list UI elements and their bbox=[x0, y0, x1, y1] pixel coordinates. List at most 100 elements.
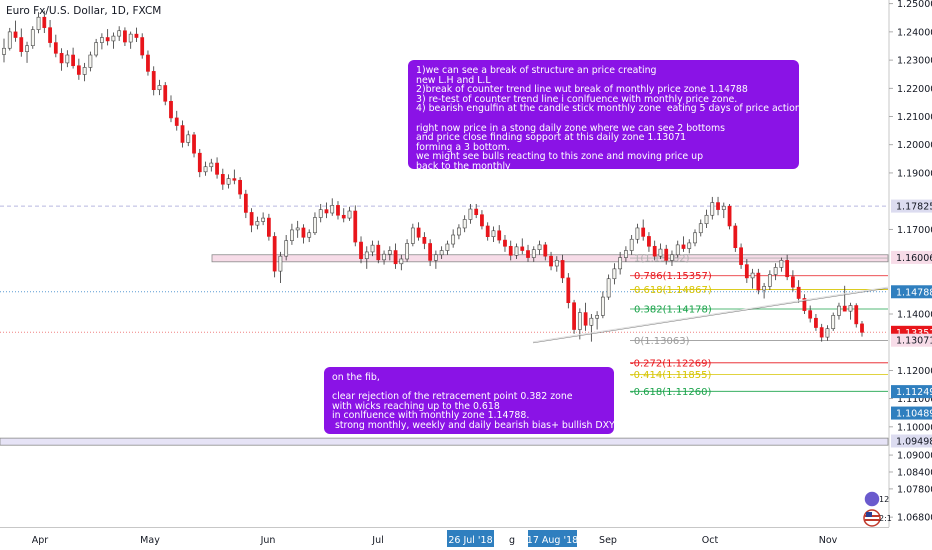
candle-body bbox=[180, 125, 185, 143]
candle-body bbox=[7, 31, 12, 49]
candle-body bbox=[76, 65, 81, 75]
candle-body bbox=[739, 247, 743, 265]
candle-body bbox=[295, 227, 300, 231]
candle-body bbox=[635, 227, 640, 240]
candle-body bbox=[255, 221, 260, 226]
price-tick-label: 1.12000 bbox=[897, 366, 932, 377]
candle-body bbox=[675, 244, 680, 256]
price-badge-label: 1.17825 bbox=[896, 202, 932, 213]
candle-body bbox=[698, 223, 703, 234]
fib-level-label: 0.786(1.15357) bbox=[634, 271, 712, 282]
candle-body bbox=[169, 100, 173, 119]
price-tick-label: 1.19000 bbox=[897, 168, 932, 179]
candle-body bbox=[192, 134, 196, 154]
price-badge-label: 1.13071 bbox=[896, 336, 932, 347]
candle-body bbox=[100, 37, 104, 43]
candle-body bbox=[445, 243, 450, 251]
candle-body bbox=[226, 178, 231, 185]
candle-body bbox=[860, 323, 864, 333]
candle-body bbox=[831, 315, 836, 329]
candle-body bbox=[848, 305, 853, 312]
price-badge-label: 1.14788 bbox=[896, 287, 932, 298]
candle-body bbox=[405, 243, 409, 260]
candle-body bbox=[474, 208, 479, 215]
candle-body bbox=[595, 315, 599, 319]
price-tick-label: 1.07800 bbox=[897, 484, 932, 495]
candle-body bbox=[583, 312, 588, 326]
candle-body bbox=[520, 246, 525, 251]
candle-body bbox=[485, 225, 490, 237]
candle-body bbox=[589, 317, 594, 326]
candle-body bbox=[82, 67, 87, 75]
candle-body bbox=[572, 302, 576, 330]
time-highlight-label: 26 Jul '18 bbox=[448, 535, 492, 546]
chart-stage: 1(1.15982) 0.786(1.15357) 0.618(1.14867) 0.… bbox=[0, 0, 932, 550]
candle-body bbox=[503, 239, 507, 247]
candle-body bbox=[733, 225, 738, 249]
price-tick-label: 1.21000 bbox=[897, 112, 932, 123]
price-badge-label: 1.09498 bbox=[896, 437, 932, 448]
candle-body bbox=[36, 16, 41, 30]
candle-body bbox=[543, 244, 548, 257]
fib-level-label: -0.272(1.12269) bbox=[630, 358, 711, 369]
time-axis-label: Apr bbox=[32, 535, 49, 546]
candle-body bbox=[531, 249, 536, 258]
bottom-right-icons[interactable]: 12 2:17 bbox=[862, 488, 892, 528]
candle-body bbox=[710, 202, 715, 216]
candle-body bbox=[796, 286, 801, 299]
fib-level-label: -0.618(1.11260) bbox=[630, 387, 711, 398]
candle-body bbox=[670, 254, 674, 261]
candle-body bbox=[439, 250, 444, 256]
time-axis-label: Nov bbox=[819, 535, 838, 546]
candle-body bbox=[209, 162, 214, 168]
candle-body bbox=[577, 312, 582, 330]
candle-body bbox=[410, 227, 415, 244]
price-tick-label: 1.17000 bbox=[897, 225, 932, 236]
candle-body bbox=[837, 305, 841, 316]
analysis-note-fib[interactable]: on the fib, clear rejection of the retra… bbox=[324, 367, 615, 434]
candle-body bbox=[549, 255, 553, 267]
globe-icon[interactable]: 12 bbox=[863, 490, 889, 508]
candle-body bbox=[30, 29, 35, 47]
candle-body bbox=[65, 54, 70, 64]
candle-body bbox=[359, 241, 363, 260]
time-axis-label: Jul bbox=[371, 535, 383, 546]
candle-body bbox=[647, 236, 651, 247]
fib-level-label: 0(1.13063) bbox=[634, 336, 690, 347]
candle-body bbox=[203, 166, 208, 173]
candle-body bbox=[416, 227, 421, 238]
candle-body bbox=[641, 227, 646, 237]
time-axis-label: Jun bbox=[260, 535, 276, 546]
price-badge-label: 1.10489 bbox=[896, 409, 932, 420]
candle-body bbox=[854, 305, 859, 325]
candle-body bbox=[779, 260, 784, 268]
candle-body bbox=[220, 174, 225, 185]
svg-text:12: 12 bbox=[879, 495, 889, 504]
candle-body bbox=[693, 232, 697, 244]
us-flag-icon[interactable]: 2:17 bbox=[863, 509, 892, 527]
candle-body bbox=[2, 47, 6, 55]
candle-body bbox=[716, 202, 720, 210]
price-tick-label: 1.25000 bbox=[897, 0, 932, 10]
candle-body bbox=[814, 317, 818, 328]
candle-body bbox=[497, 230, 502, 241]
time-axis-label: Oct bbox=[702, 535, 719, 546]
candle-body bbox=[117, 30, 122, 37]
candle-body bbox=[364, 251, 369, 260]
candle-body bbox=[451, 234, 456, 245]
candle-body bbox=[767, 274, 772, 287]
time-axis-label: Sep bbox=[599, 535, 617, 546]
candle-body bbox=[791, 276, 795, 288]
time-axis-label-partial: g bbox=[509, 535, 515, 546]
analysis-note-top[interactable]: 1)we can see a break of structure an pri… bbox=[408, 60, 801, 171]
candle-body bbox=[336, 205, 340, 216]
candle-body bbox=[554, 260, 559, 267]
candle-body bbox=[307, 232, 312, 238]
candle-body bbox=[433, 254, 438, 261]
candle-body bbox=[566, 277, 571, 304]
price-tick-label: 1.22000 bbox=[897, 84, 932, 95]
candle-body bbox=[71, 54, 75, 67]
candle-body bbox=[146, 54, 150, 72]
candle-body bbox=[629, 238, 634, 251]
candle-body bbox=[480, 214, 484, 227]
